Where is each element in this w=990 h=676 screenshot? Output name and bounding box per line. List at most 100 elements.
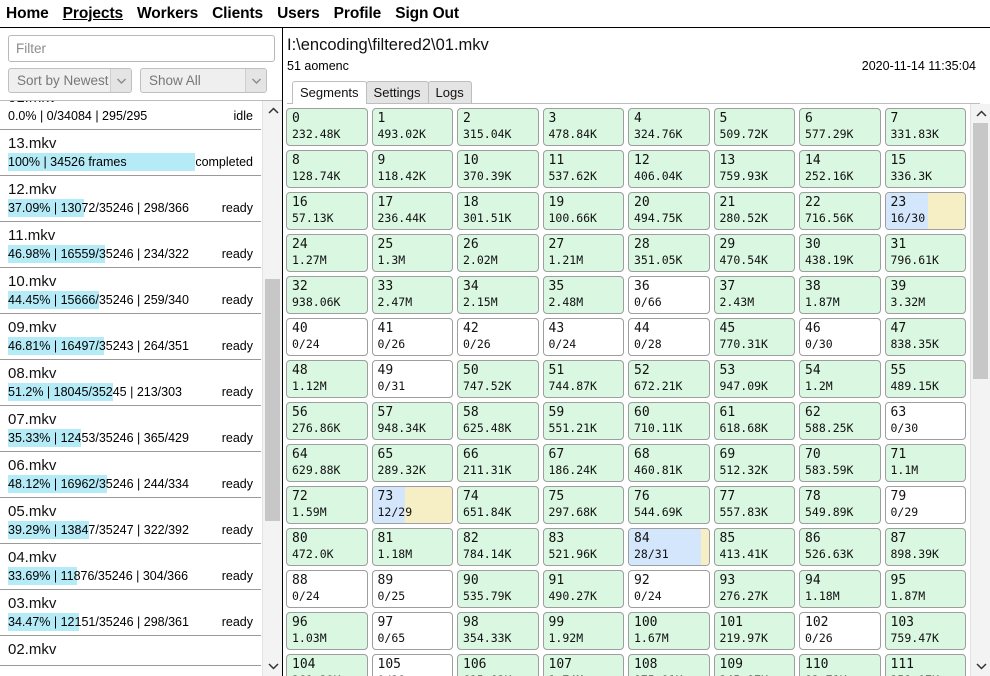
segments-scroll-thumb[interactable] [973, 123, 988, 379]
segment-cell[interactable]: 64 629.88K [286, 444, 368, 482]
segment-cell[interactable]: 80 472.0K [286, 528, 368, 566]
segment-cell[interactable]: 32 938.06K [286, 276, 368, 314]
segment-cell[interactable]: 87 898.39K [884, 528, 966, 566]
project-list-item[interactable]: 10.mkv 44.45% | 15666/35246 | 259/340 read… [0, 268, 261, 314]
segment-cell[interactable]: 51 744.87K [542, 360, 624, 398]
project-list-item[interactable]: 05.mkv 39.29% | 13847/35247 | 322/392 read… [0, 498, 261, 544]
project-list-item[interactable]: 04.mkv 33.69% | 11876/35246 | 304/366 read… [0, 544, 261, 590]
segment-cell[interactable]: 50 747.52K [457, 360, 539, 398]
segment-cell[interactable]: 25 1.3M [371, 234, 453, 272]
segment-cell[interactable]: 79 0/29 [884, 486, 966, 524]
segment-cell[interactable]: 53 947.09K [713, 360, 795, 398]
segment-cell[interactable]: 8 128.74K [286, 150, 368, 188]
segment-cell[interactable]: 59 551.21K [542, 402, 624, 440]
show-select[interactable]: Show All [140, 68, 267, 93]
segment-cell[interactable]: 86 526.63K [799, 528, 881, 566]
project-list-item[interactable]: 11.mkv 46.98% | 16559/35246 | 234/322 read… [0, 222, 261, 268]
segment-cell[interactable]: 1 493.02K [371, 108, 453, 146]
segment-cell[interactable]: 104361.39K [286, 654, 368, 676]
segment-cell[interactable]: 52 672.21K [628, 360, 710, 398]
segment-cell[interactable]: 62 588.25K [799, 402, 881, 440]
tab-segments[interactable]: Segments [292, 81, 367, 104]
segment-cell[interactable]: 101 219.97K [713, 612, 795, 650]
segment-cell[interactable]: 15 336.3K [884, 150, 966, 188]
sort-select[interactable]: Sort by Newest [8, 68, 132, 93]
segment-cell[interactable]: 18 301.51K [457, 192, 539, 230]
segment-cell[interactable]: 37 2.43M [713, 276, 795, 314]
project-list-item[interactable]: 12.mkv 37.09% | 13072/35246 | 298/366 read… [0, 176, 261, 222]
sidebar-scroll-thumb[interactable] [265, 279, 280, 521]
segment-cell[interactable]: 29 470.54K [713, 234, 795, 272]
segment-cell[interactable]: 5 509.72K [713, 108, 795, 146]
segment-cell[interactable]: 9 118.42K [371, 150, 453, 188]
nav-item-clients[interactable]: Clients [212, 5, 263, 23]
segment-cell[interactable]: 26 2.02M [457, 234, 539, 272]
segment-cell[interactable]: 31 796.61K [884, 234, 966, 272]
scroll-down-arrow-icon[interactable] [263, 657, 282, 676]
segment-cell[interactable]: 97 0/65 [371, 612, 453, 650]
segment-cell[interactable]: 74 651.84K [457, 486, 539, 524]
segment-cell[interactable]: 71 1.1M [884, 444, 966, 482]
segment-cell[interactable]: 109345.87K [713, 654, 795, 676]
segment-cell[interactable]: 81 1.18M [371, 528, 453, 566]
segment-cell[interactable]: 40 0/24 [286, 318, 368, 356]
segment-cell[interactable]: 38 1.87M [799, 276, 881, 314]
segment-cell[interactable]: 4 324.76K [628, 108, 710, 146]
segment-cell[interactable]: 19 100.66K [542, 192, 624, 230]
segment-cell[interactable]: 55 489.15K [884, 360, 966, 398]
nav-item-home[interactable]: Home [6, 5, 49, 23]
segment-cell[interactable]: 41 0/26 [371, 318, 453, 356]
sidebar-scrollbar[interactable] [262, 101, 282, 676]
segment-cell[interactable]: 68 460.81K [628, 444, 710, 482]
scroll-up-arrow-icon[interactable] [971, 104, 990, 123]
segment-cell[interactable]: 56 276.86K [286, 402, 368, 440]
segment-cell[interactable]: 95 1.87M [884, 570, 966, 608]
segment-cell[interactable]: 94 1.18M [799, 570, 881, 608]
segment-cell[interactable]: 54 1.2M [799, 360, 881, 398]
segment-cell[interactable]: 35 2.48M [542, 276, 624, 314]
segment-cell[interactable]: 14 252.16K [799, 150, 881, 188]
segment-cell[interactable]: 76 544.69K [628, 486, 710, 524]
segment-cell[interactable]: 33 2.47M [371, 276, 453, 314]
project-list-item[interactable]: 06.mkv 48.12% | 16962/35246 | 244/334 read… [0, 452, 261, 498]
segment-cell[interactable]: 1050/28 [371, 654, 453, 676]
segment-cell[interactable]: 98 354.33K [457, 612, 539, 650]
segment-cell[interactable]: 91 490.27K [542, 570, 624, 608]
segment-cell[interactable]: 47 838.35K [884, 318, 966, 356]
segment-cell[interactable]: 57 948.34K [371, 402, 453, 440]
segment-cell[interactable]: 89 0/25 [371, 570, 453, 608]
segment-cell[interactable]: 12 406.04K [628, 150, 710, 188]
segment-cell[interactable]: 0 232.48K [286, 108, 368, 146]
segment-cell[interactable]: 39 3.32M [884, 276, 966, 314]
segment-cell[interactable]: 28 351.05K [628, 234, 710, 272]
segment-cell[interactable]: 3 478.84K [542, 108, 624, 146]
project-list-item[interactable]: 03.mkv 34.47% | 12151/35246 | 298/361 read… [0, 590, 261, 636]
segment-cell[interactable]: 21 280.52K [713, 192, 795, 230]
segment-cell[interactable]: 42 0/26 [457, 318, 539, 356]
segment-cell[interactable]: 61 618.68K [713, 402, 795, 440]
tab-logs[interactable]: Logs [427, 81, 472, 103]
segment-cell[interactable]: 23 16/30 [884, 192, 966, 230]
segment-cell[interactable]: 100 1.67M [628, 612, 710, 650]
nav-item-users[interactable]: Users [277, 5, 320, 23]
segment-cell[interactable]: 73 12/29 [371, 486, 453, 524]
segment-cell[interactable]: 65 289.32K [371, 444, 453, 482]
segment-cell[interactable]: 60 710.11K [628, 402, 710, 440]
project-list-item[interactable]: 02.mkv [0, 636, 261, 666]
segment-cell[interactable]: 44 0/28 [628, 318, 710, 356]
segment-cell[interactable]: 78 549.89K [799, 486, 881, 524]
segment-cell[interactable]: 17 236.44K [371, 192, 453, 230]
segment-cell[interactable]: 82 784.14K [457, 528, 539, 566]
segment-cell[interactable]: 10 370.39K [457, 150, 539, 188]
segment-cell[interactable]: 83 521.96K [542, 528, 624, 566]
segment-cell[interactable]: 99 1.92M [542, 612, 624, 650]
segment-cell[interactable]: 36 0/66 [628, 276, 710, 314]
scroll-down-arrow-icon[interactable] [971, 657, 990, 676]
segment-cell[interactable]: 16 57.13K [286, 192, 368, 230]
tab-settings[interactable]: Settings [365, 81, 429, 103]
segment-cell[interactable]: 11 537.62K [542, 150, 624, 188]
segment-cell[interactable]: 30 438.19K [799, 234, 881, 272]
segment-cell[interactable]: 111351.07K [884, 654, 966, 676]
segment-cell[interactable]: 66 211.31K [457, 444, 539, 482]
segment-cell[interactable]: 92 0/24 [628, 570, 710, 608]
